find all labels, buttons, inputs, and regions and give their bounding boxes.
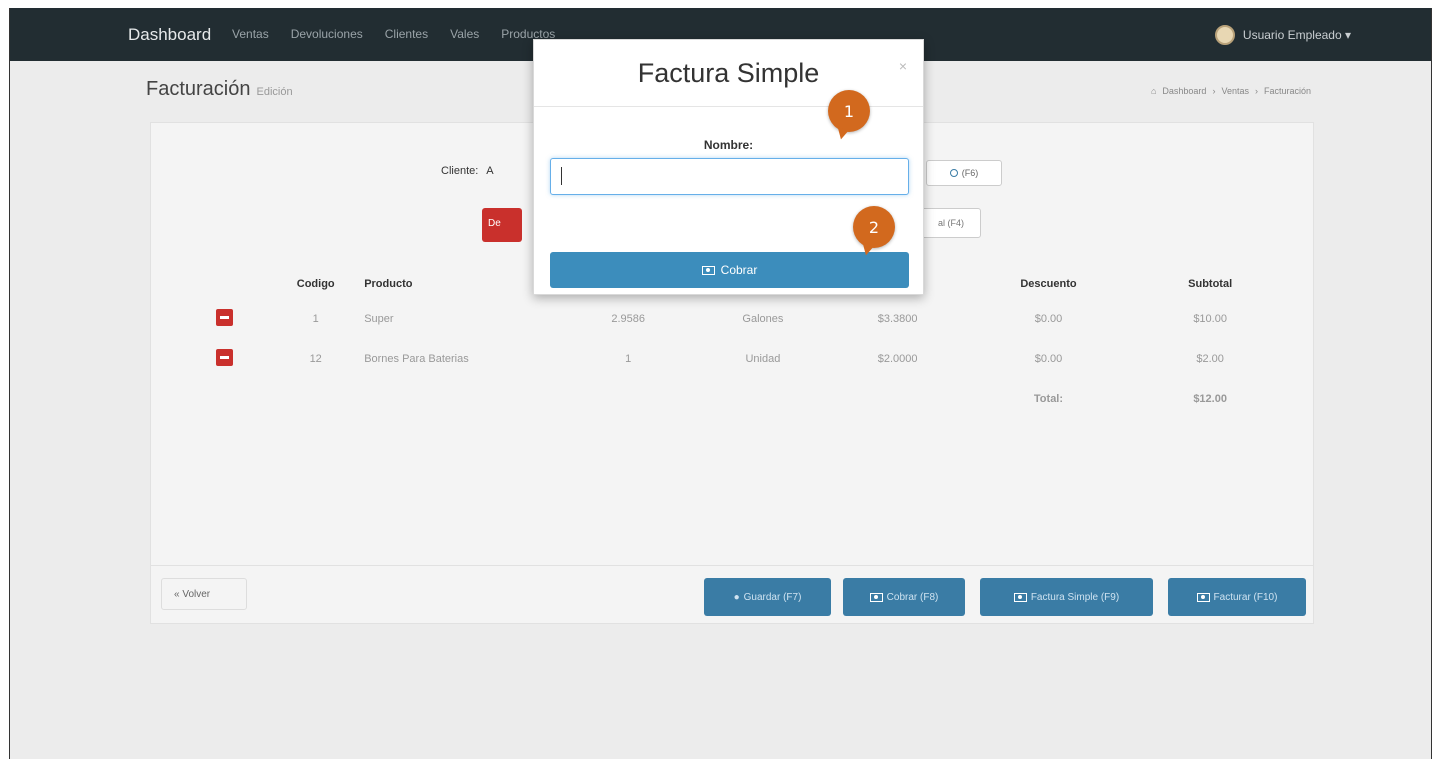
step-marker-1: 1: [828, 90, 870, 132]
factura-simple-modal: Factura Simple × Nombre: Cobrar: [533, 39, 924, 295]
cobrar-button[interactable]: Cobrar: [550, 252, 909, 288]
app-frame: Dashboard Ventas Devoluciones Clientes V…: [9, 8, 1432, 759]
text-caret: [561, 167, 562, 186]
step-marker-1-label: 1: [843, 101, 855, 121]
nombre-label: Nombre:: [703, 138, 754, 152]
modal-title: Factura Simple: [637, 58, 820, 88]
step-marker-2: 2: [853, 206, 895, 248]
close-icon[interactable]: ×: [899, 58, 907, 74]
step-marker-2-label: 2: [868, 217, 880, 237]
money-icon: [701, 265, 715, 275]
cobrar-button-label: Cobrar: [720, 263, 758, 277]
nombre-input[interactable]: [550, 158, 909, 195]
